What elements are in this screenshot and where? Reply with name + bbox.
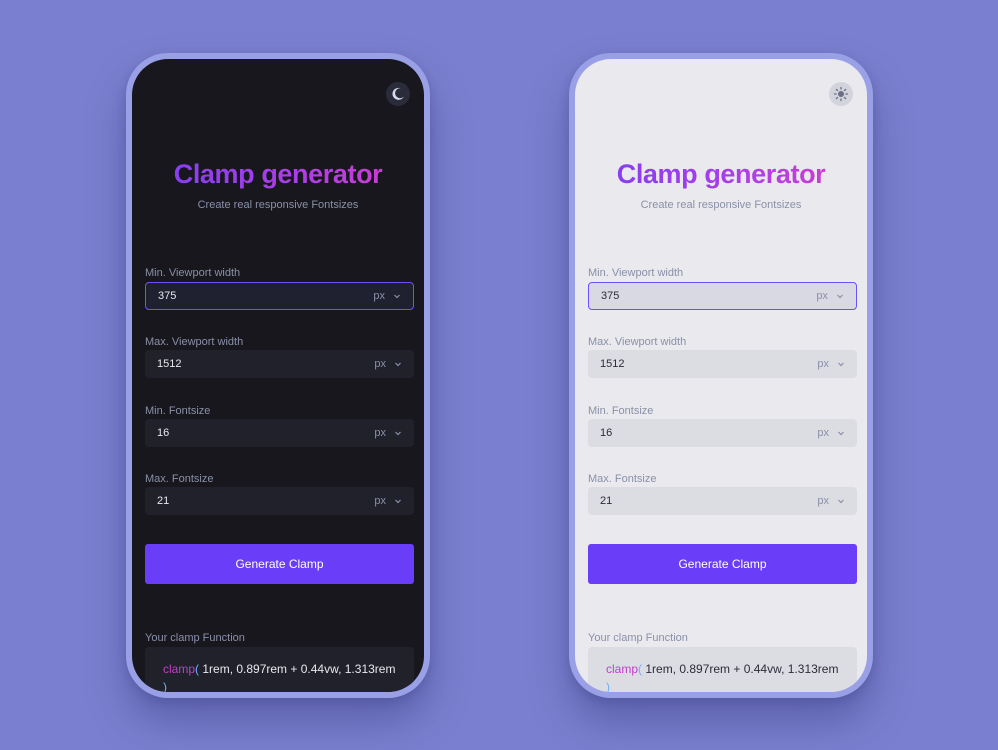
max-fontsize-value: 21 (600, 495, 613, 507)
clamp-keyword: clamp (163, 662, 196, 676)
max-viewport-input[interactable]: 1512 px (145, 350, 414, 378)
max-fontsize-input[interactable]: 21 px (588, 487, 857, 515)
app-screen-light: Clamp generator Create real responsive F… (575, 59, 867, 692)
min-fontsize-input[interactable]: 16 px (588, 419, 857, 447)
unit-select[interactable]: px (374, 495, 402, 507)
min-fontsize-value: 16 (600, 427, 613, 439)
clamp-keyword: clamp (606, 662, 639, 676)
min-viewport-value: 375 (158, 290, 177, 302)
unit-label: px (817, 427, 829, 439)
chevron-down-icon (395, 431, 401, 436)
unit-select[interactable]: px (374, 427, 402, 439)
unit-label: px (374, 495, 386, 507)
result-label: Your clamp Function (588, 632, 688, 644)
close-paren: ) (163, 680, 167, 692)
min-fontsize-label: Min. Fontsize (588, 405, 654, 417)
unit-select[interactable]: px (816, 290, 844, 302)
chevron-down-icon (395, 362, 401, 367)
page-subtitle: Create real responsive Fontsizes (640, 199, 802, 211)
min-fontsize-input[interactable]: 16 px (145, 419, 414, 447)
max-fontsize-value: 21 (157, 495, 170, 507)
unit-label: px (374, 358, 386, 370)
min-viewport-input[interactable]: 375 px (145, 282, 414, 310)
page-title: Clamp generator (132, 159, 424, 190)
clamp-arguments: 1rem, 0.897rem + 0.44vw, 1.313rem (199, 662, 396, 676)
max-fontsize-label: Max. Fontsize (145, 473, 214, 485)
page-subtitle: Create real responsive Fontsizes (197, 199, 359, 211)
max-viewport-label: Max. Viewport width (588, 336, 687, 348)
unit-select[interactable]: px (373, 290, 401, 302)
unit-label: px (817, 358, 829, 370)
chevron-down-icon (838, 362, 844, 367)
unit-select[interactable]: px (817, 495, 845, 507)
unit-label: px (816, 290, 828, 302)
max-viewport-input[interactable]: 1512 px (588, 350, 857, 378)
phone-light-mockup: Clamp generator Create real responsive F… (569, 53, 873, 698)
unit-select[interactable]: px (817, 427, 845, 439)
sun-icon (833, 86, 849, 102)
chevron-down-icon (394, 294, 400, 299)
theme-toggle-button[interactable] (386, 82, 410, 106)
min-viewport-label: Min. Viewport width (145, 267, 241, 279)
max-viewport-value: 1512 (157, 358, 182, 370)
chevron-down-icon (395, 499, 401, 504)
page-title: Clamp generator (575, 159, 867, 190)
min-fontsize-label: Min. Fontsize (145, 405, 211, 417)
clamp-result-output[interactable]: clamp( 1rem, 0.897rem + 0.44vw, 1.313rem… (145, 647, 414, 692)
chevron-down-icon (838, 431, 844, 436)
unit-select[interactable]: px (374, 358, 402, 370)
unit-label: px (373, 290, 385, 302)
min-viewport-label: Min. Viewport width (588, 267, 684, 279)
result-label: Your clamp Function (145, 632, 245, 644)
unit-label: px (817, 495, 829, 507)
unit-label: px (374, 427, 386, 439)
max-viewport-value: 1512 (600, 358, 625, 370)
min-viewport-input[interactable]: 375 px (588, 282, 857, 310)
phone-dark-mockup: Clamp generator Create real responsive F… (126, 53, 430, 698)
app-screen-dark: Clamp generator Create real responsive F… (132, 59, 424, 692)
unit-select[interactable]: px (817, 358, 845, 370)
close-paren: ) (606, 680, 610, 692)
theme-toggle-button[interactable] (829, 82, 853, 106)
moon-icon (392, 87, 404, 100)
clamp-arguments: 1rem, 0.897rem + 0.44vw, 1.313rem (642, 662, 839, 676)
generate-clamp-button[interactable]: Generate Clamp (145, 544, 414, 584)
min-fontsize-value: 16 (157, 427, 170, 439)
max-fontsize-input[interactable]: 21 px (145, 487, 414, 515)
clamp-result-output[interactable]: clamp( 1rem, 0.897rem + 0.44vw, 1.313rem… (588, 647, 857, 692)
chevron-down-icon (838, 499, 844, 504)
generate-clamp-button[interactable]: Generate Clamp (588, 544, 857, 584)
max-fontsize-label: Max. Fontsize (588, 473, 657, 485)
chevron-down-icon (837, 294, 843, 299)
min-viewport-value: 375 (601, 290, 620, 302)
max-viewport-label: Max. Viewport width (145, 336, 244, 348)
